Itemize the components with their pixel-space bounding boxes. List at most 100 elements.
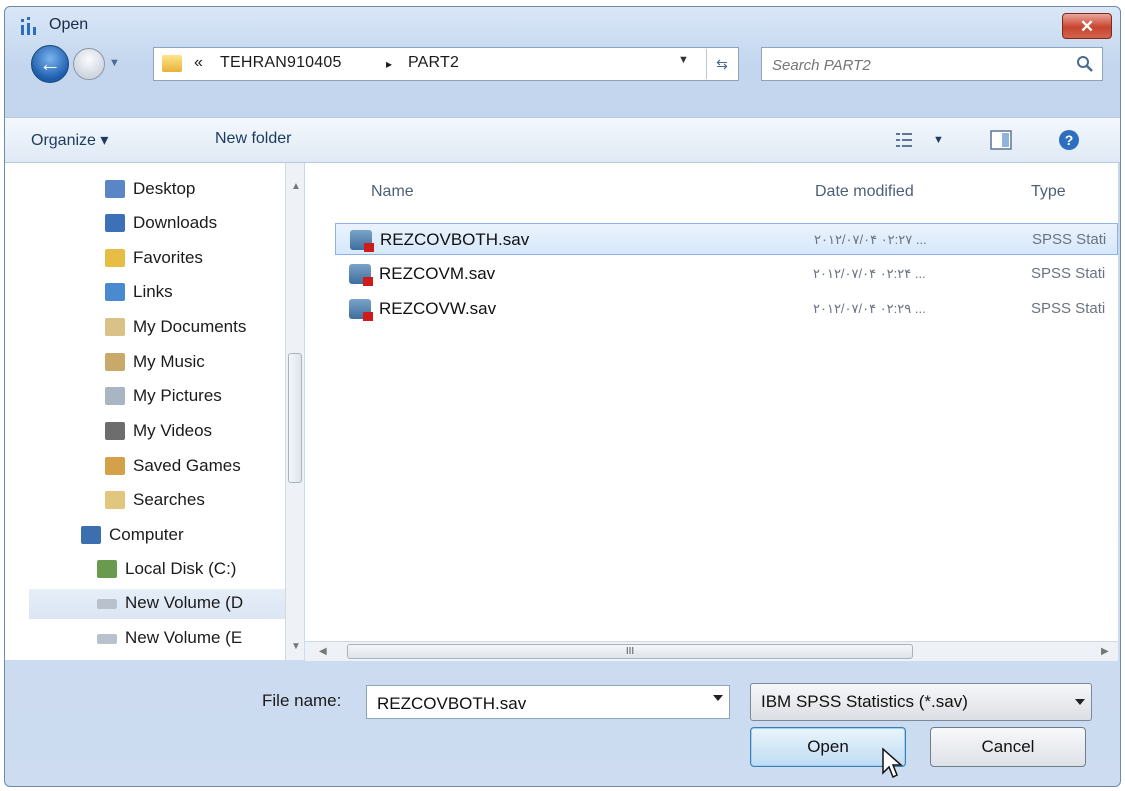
- sidebar-item-label: My Videos: [133, 421, 213, 440]
- scroll-right-arrow-icon[interactable]: ▶: [1101, 646, 1109, 657]
- file-row[interactable]: REZCOVW.sav ۲۰۱۲/۰۷/۰۴ ۰۲:۲۹ ... SPSS St…: [335, 293, 1118, 325]
- breadcrumb-tehran910405[interactable]: TEHRAN910405: [220, 54, 342, 72]
- file-list[interactable]: Name Date modified Type REZCOVBOTH.sav ۲…: [305, 163, 1118, 660]
- column-header-date-modified[interactable]: Date modified: [815, 183, 914, 201]
- drive-icon: [97, 634, 117, 644]
- file-type: SPSS Stati: [1032, 231, 1107, 248]
- sidebar-item-downloads[interactable]: Downloads: [105, 209, 275, 239]
- address-bar[interactable]: « TEHRAN910405 ▸ PART2 ▼ ⇆: [153, 47, 739, 81]
- file-date: ۲۰۱۲/۰۷/۰۴ ۰۲:۲۷ ...: [814, 232, 927, 247]
- scroll-up-arrow-icon[interactable]: ▲: [291, 181, 301, 192]
- navigation-bar: ← ▼ « TEHRAN910405 ▸ PART2 ▼ ⇆: [5, 45, 1120, 101]
- file-type-filter-value: IBM SPSS Statistics (*.sav): [761, 692, 968, 711]
- spss-file-icon: [349, 264, 373, 286]
- sidebar-item-label: New Volume (D: [125, 593, 244, 612]
- documents-icon: [105, 318, 125, 336]
- file-type: SPSS Stati: [1031, 300, 1106, 317]
- view-dropdown-arrow[interactable]: ▼: [933, 134, 944, 146]
- search-input[interactable]: [770, 54, 1064, 76]
- desktop-icon: [105, 180, 125, 198]
- sidebar-item-label: Downloads: [133, 213, 218, 232]
- sidebar-item-label: My Pictures: [133, 386, 222, 405]
- favorites-icon: [105, 249, 125, 267]
- view-options-icon[interactable]: [893, 128, 917, 152]
- sidebar-item-my-documents[interactable]: My Documents: [105, 313, 281, 343]
- videos-icon: [105, 422, 125, 440]
- refresh-button[interactable]: ⇆: [706, 49, 737, 79]
- file-name: REZCOVBOTH.sav: [380, 230, 530, 249]
- searches-icon: [105, 491, 125, 509]
- navigation-pane[interactable]: Desktop Downloads Favorites Links My Doc…: [5, 163, 303, 660]
- search-box[interactable]: [761, 47, 1103, 81]
- file-name: REZCOVW.sav: [379, 299, 497, 318]
- sidebar-item-label: My Music: [133, 352, 205, 371]
- back-arrow-icon: ←: [39, 51, 61, 76]
- sidebar-item-my-videos[interactable]: My Videos: [105, 417, 275, 447]
- chevron-down-icon[interactable]: [1075, 699, 1085, 705]
- sidebar-item-label: Links: [133, 282, 173, 301]
- sidebar-item-label: Favorites: [133, 248, 203, 267]
- mouse-cursor-icon: [882, 747, 903, 779]
- sidebar-item-links[interactable]: Links: [105, 278, 275, 308]
- file-type-filter[interactable]: IBM SPSS Statistics (*.sav): [750, 683, 1092, 721]
- window-title: Open: [49, 16, 89, 33]
- refresh-icon: ⇆: [716, 56, 728, 72]
- recent-pages-dropdown[interactable]: ▼: [109, 57, 123, 71]
- sidebar-item-label: New Volume (E: [125, 628, 243, 647]
- sidebar-item-saved-games[interactable]: Saved Games: [105, 452, 275, 482]
- links-icon: [105, 283, 125, 301]
- pictures-icon: [105, 387, 125, 405]
- close-button[interactable]: ✕: [1062, 13, 1112, 39]
- music-icon: [105, 353, 125, 371]
- sidebar-item-label: Saved Games: [133, 456, 241, 475]
- sidebar-item-new-volume-d[interactable]: New Volume (D: [29, 589, 285, 619]
- address-dropdown[interactable]: ▼: [678, 54, 689, 66]
- local-disk-icon: [97, 560, 117, 578]
- scrollbar-thumb[interactable]: III: [347, 644, 913, 659]
- file-name-input[interactable]: [375, 692, 699, 716]
- forward-button[interactable]: [73, 48, 105, 80]
- column-header-type[interactable]: Type: [1031, 183, 1066, 201]
- sidebar-item-desktop[interactable]: Desktop: [105, 175, 275, 205]
- help-icon[interactable]: ?: [1057, 128, 1081, 152]
- saved-games-icon: [105, 457, 125, 475]
- command-bar: Organize ▾ New folder ▼ ?: [5, 117, 1120, 163]
- sidebar-item-label: Local Disk (C:): [125, 559, 237, 578]
- back-button[interactable]: ←: [31, 45, 69, 83]
- scroll-left-arrow-icon[interactable]: ◀: [319, 646, 327, 657]
- sidebar-item-computer[interactable]: Computer: [81, 521, 271, 551]
- sidebar-item-my-pictures[interactable]: My Pictures: [105, 382, 275, 412]
- file-row[interactable]: REZCOVBOTH.sav ۲۰۱۲/۰۷/۰۴ ۰۲:۲۷ ... SPSS…: [335, 223, 1118, 255]
- open-dialog: Open ✕ ← ▼ « TEHRAN910405 ▸ PART2 ▼ ⇆ Or…: [4, 6, 1121, 787]
- sidebar-item-favorites[interactable]: Favorites: [105, 244, 275, 274]
- app-icon: [21, 17, 36, 35]
- sidebar-item-new-volume-e[interactable]: New Volume (E: [97, 624, 273, 654]
- file-name-combobox[interactable]: [366, 685, 730, 719]
- spss-file-icon: [349, 299, 373, 321]
- breadcrumb-part2[interactable]: PART2: [408, 54, 459, 72]
- sidebar-item-label: Desktop: [133, 179, 196, 198]
- sidebar-item-label: My Documents: [133, 317, 247, 336]
- downloads-icon: [105, 214, 125, 232]
- sidebar-item-searches[interactable]: Searches: [105, 486, 275, 516]
- organize-button[interactable]: Organize ▾: [31, 130, 108, 150]
- breadcrumb-overflow[interactable]: «: [194, 54, 203, 72]
- title-bar: Open ✕: [5, 7, 1120, 41]
- chevron-down-icon[interactable]: [713, 695, 723, 701]
- search-icon: [1077, 56, 1093, 72]
- preview-pane-icon[interactable]: [989, 128, 1013, 152]
- sidebar-item-label: Computer: [109, 525, 184, 544]
- sidebar-item-local-disk-c[interactable]: Local Disk (C:): [97, 555, 273, 585]
- column-header-name[interactable]: Name: [371, 183, 414, 201]
- file-list-scrollbar[interactable]: ◀ III ▶: [305, 641, 1118, 661]
- breadcrumb-separator[interactable]: ▸: [386, 57, 392, 71]
- scroll-down-arrow-icon[interactable]: ▼: [291, 641, 301, 652]
- sidebar-item-my-music[interactable]: My Music: [105, 348, 275, 378]
- cancel-button[interactable]: Cancel: [930, 727, 1086, 767]
- drive-icon: [97, 599, 117, 609]
- new-folder-button[interactable]: New folder: [215, 130, 291, 148]
- navigation-pane-scrollbar[interactable]: ▲ ▼: [285, 163, 304, 660]
- file-row[interactable]: REZCOVM.sav ۲۰۱۲/۰۷/۰۴ ۰۲:۲۴ ... SPSS St…: [335, 258, 1118, 290]
- computer-icon: [81, 526, 101, 544]
- scrollbar-thumb[interactable]: [288, 353, 302, 483]
